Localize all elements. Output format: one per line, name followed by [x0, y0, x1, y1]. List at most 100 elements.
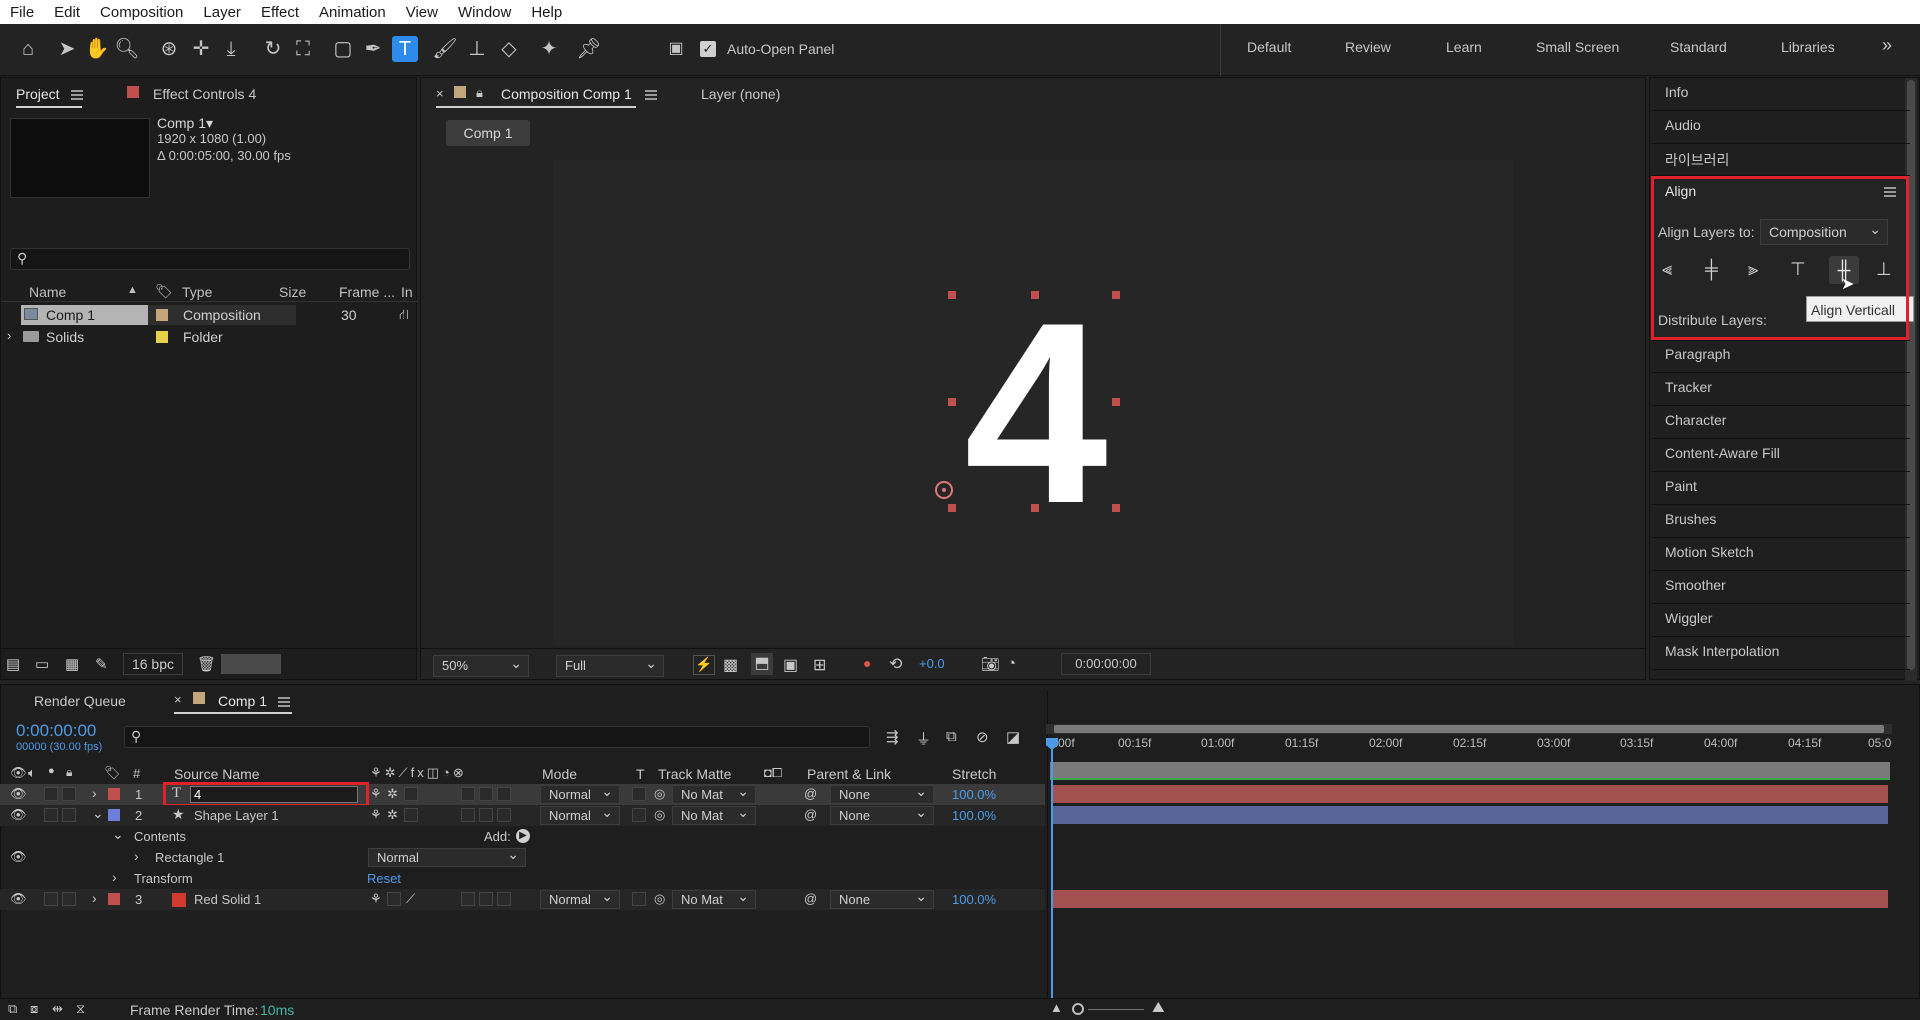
- visibility-eye-icon[interactable]: 👁︎: [10, 849, 27, 865]
- track-layer-1[interactable]: [1052, 785, 1888, 803]
- scrollbar-thumb[interactable]: [1907, 80, 1915, 670]
- channels-icon[interactable]: ●: [863, 655, 871, 671]
- track-matte-dropdown[interactable]: No Mat: [672, 888, 756, 909]
- workspace-small-screen[interactable]: Small Screen: [1536, 39, 1619, 55]
- parent-dropdown[interactable]: None: [830, 804, 934, 825]
- close-tab-icon[interactable]: ×: [174, 692, 182, 707]
- visibility-eye-icon[interactable]: 👁︎: [10, 786, 27, 802]
- transfer-controls-toggle-icon[interactable]: ⧇: [30, 1001, 38, 1017]
- rectangle-blend-dropdown[interactable]: Normal: [368, 846, 526, 867]
- stretch-value[interactable]: 100.0%: [952, 892, 996, 907]
- zoom-in-icon[interactable]: ⛰︎: [1152, 999, 1165, 1016]
- hide-shy-layers-icon[interactable]: ⧉: [946, 728, 957, 745]
- collapse-chevron-icon[interactable]: ⌄: [112, 826, 124, 843]
- bbox-handle-tr[interactable]: [1112, 291, 1120, 299]
- solo-toggle[interactable]: [44, 892, 58, 906]
- column-parent-link[interactable]: Parent & Link: [807, 766, 891, 782]
- show-snapshot-icon[interactable]: ◔: [1007, 655, 1016, 672]
- panel-paint[interactable]: Paint: [1665, 478, 1697, 494]
- adjustment-toggle[interactable]: [479, 808, 493, 822]
- rectangle-row[interactable]: 👁︎ › Rectangle 1 Normal: [0, 846, 1045, 868]
- layer-switches-toggle-icon[interactable]: ⧉: [8, 1001, 17, 1017]
- collapse-switch-icon[interactable]: ⚘: [370, 807, 382, 823]
- preserve-transparency-toggle[interactable]: [632, 892, 646, 906]
- bbox-handle-tl[interactable]: [948, 291, 956, 299]
- stretch-value[interactable]: 100.0%: [952, 787, 996, 802]
- in-out-toggle-icon[interactable]: ⇹: [52, 1001, 63, 1017]
- region-of-interest-icon[interactable]: ▣: [783, 655, 798, 675]
- menu-layer[interactable]: Layer: [193, 4, 251, 21]
- lock-icon[interactable]: 🔒︎: [476, 85, 483, 101]
- workspace-more-icon[interactable]: »: [1882, 35, 1892, 56]
- new-comp-icon[interactable]: ▦: [65, 655, 79, 673]
- clone-stamp-icon[interactable]: ⊥: [464, 36, 490, 62]
- menu-animation[interactable]: Animation: [309, 4, 396, 21]
- transparency-grid-icon[interactable]: ▩: [723, 655, 738, 675]
- column-track-matte[interactable]: Track Matte: [658, 766, 731, 782]
- preserve-transparency-toggle[interactable]: [632, 808, 646, 822]
- comp-navigator-chip[interactable]: Comp 1: [446, 120, 530, 146]
- tab-timeline-comp[interactable]: Comp 1: [218, 693, 267, 709]
- column-stretch[interactable]: Stretch: [952, 766, 996, 782]
- zoom-slider-track[interactable]: [1088, 1009, 1144, 1010]
- eraser-tool-icon[interactable]: ◇: [496, 36, 522, 62]
- zoom-out-icon[interactable]: ▲: [1050, 1000, 1063, 1015]
- anchor-point-icon[interactable]: [935, 481, 953, 499]
- layer-name[interactable]: Red Solid 1: [194, 892, 261, 907]
- video-visibility-icon[interactable]: 👁︎: [10, 765, 27, 781]
- 3d-toggle[interactable]: [497, 787, 511, 801]
- bbox-handle-bl[interactable]: [948, 504, 956, 512]
- parent-dropdown[interactable]: None: [830, 783, 934, 804]
- selection-tool-icon[interactable]: ➤: [54, 36, 80, 62]
- stretch-value[interactable]: 100.0%: [952, 808, 996, 823]
- quality-switch-icon[interactable]: ✲: [387, 786, 398, 802]
- bbox-handle-ml[interactable]: [948, 398, 956, 406]
- tab-effect-controls[interactable]: Effect Controls 4: [153, 86, 256, 102]
- collapse-chevron-icon[interactable]: ⌄: [92, 805, 104, 822]
- interpret-footage-icon[interactable]: ▤: [6, 655, 20, 673]
- menu-effect[interactable]: Effect: [251, 4, 309, 21]
- panel-mask-interpolation[interactable]: Mask Interpolation: [1665, 643, 1779, 659]
- panel-tracker[interactable]: Tracker: [1665, 379, 1712, 395]
- bbox-handle-bc[interactable]: [1031, 504, 1039, 512]
- transform-row[interactable]: › Transform Reset: [0, 868, 1045, 889]
- expand-chevron-icon[interactable]: ›: [7, 328, 11, 343]
- panel-libraries-kr[interactable]: 라이브러리: [1665, 150, 1729, 170]
- hand-tool-icon[interactable]: ✋: [84, 36, 110, 62]
- collapse-switch-icon[interactable]: ⚘: [370, 786, 382, 802]
- orbit-camera-icon[interactable]: ⊛: [156, 36, 182, 62]
- solo-icon[interactable]: ●: [48, 765, 55, 777]
- lock-toggle[interactable]: [62, 808, 76, 822]
- frame-blending-icon[interactable]: ⊘: [976, 728, 989, 746]
- fast-previews-icon[interactable]: ⚡: [693, 655, 715, 675]
- track-matte-dropdown[interactable]: No Mat: [672, 783, 756, 804]
- layer-name[interactable]: Shape Layer 1: [194, 808, 279, 823]
- expand-chevron-icon[interactable]: ›: [92, 890, 97, 906]
- lock-toggle[interactable]: [62, 892, 76, 906]
- panel-wiggler[interactable]: Wiggler: [1665, 610, 1712, 626]
- layer-row-3[interactable]: 👁︎ › 3 Red Solid 1 ⚘ ⟋ Normal ◎ No Mat @…: [0, 888, 1045, 910]
- column-frame-rate[interactable]: Frame ...: [339, 284, 395, 300]
- column-size[interactable]: Size: [279, 284, 306, 300]
- reset-exposure-icon[interactable]: ⟲: [889, 654, 902, 674]
- pick-whip-icon[interactable]: @: [804, 807, 817, 822]
- blend-mode-dropdown[interactable]: Normal: [540, 804, 620, 825]
- thumbnail-transparency-toggle[interactable]: [221, 654, 281, 674]
- quality-toggle[interactable]: [404, 808, 418, 822]
- draft-3d-icon[interactable]: ⏚: [916, 728, 931, 749]
- composition-mini-flowchart-icon[interactable]: ⇶: [886, 728, 899, 746]
- resolution-dropdown[interactable]: Full: [556, 653, 664, 677]
- menu-help[interactable]: Help: [521, 4, 572, 21]
- roto-brush-icon[interactable]: ✦: [536, 36, 562, 62]
- column-mode[interactable]: Mode: [542, 766, 577, 782]
- tab-composition[interactable]: Composition Comp 1: [501, 86, 632, 102]
- column-type[interactable]: Type: [182, 284, 212, 300]
- panel-paragraph[interactable]: Paragraph: [1665, 346, 1730, 362]
- tab-project[interactable]: Project: [16, 86, 60, 102]
- panel-brushes[interactable]: Brushes: [1665, 511, 1716, 527]
- render-time-icon[interactable]: ⧖: [76, 1001, 85, 1017]
- layer-label-swatch[interactable]: [108, 788, 120, 800]
- mask-visibility-icon[interactable]: ⬒: [751, 653, 773, 675]
- bpc-button[interactable]: 16 bpc: [123, 653, 183, 675]
- track-matte-dropdown[interactable]: No Mat: [672, 804, 756, 825]
